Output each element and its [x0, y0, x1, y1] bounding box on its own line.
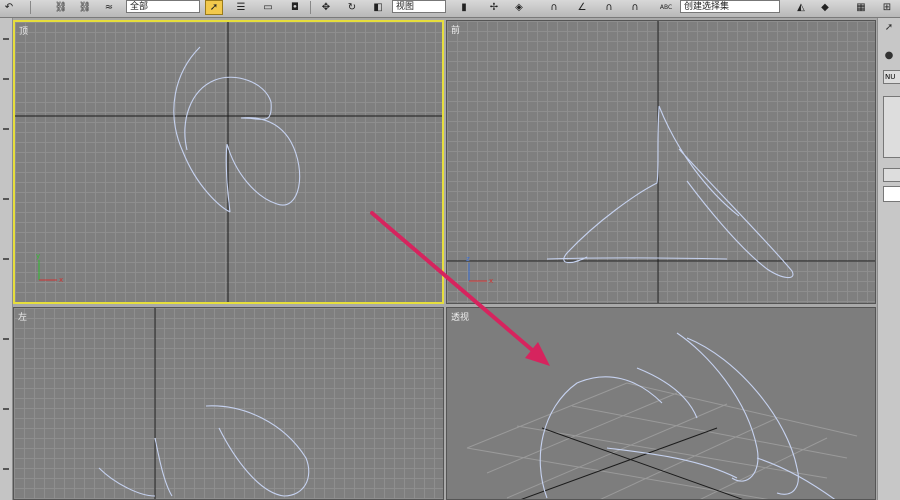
strip-grip-icon[interactable] [3, 198, 9, 200]
selection-filter-dropdown[interactable]: 全部 [126, 0, 200, 13]
keyboard-shortcut-icon[interactable]: ◈ [510, 0, 528, 15]
parameter-field[interactable] [883, 186, 900, 202]
undo-icon[interactable]: ↶ [0, 0, 18, 15]
percent-snap-icon[interactable]: ∩ [600, 0, 618, 15]
strip-grip-icon[interactable] [3, 78, 9, 80]
select-by-name-icon[interactable]: ☰ [232, 0, 250, 15]
angle-snap-icon[interactable]: ∠ [573, 0, 591, 15]
spline-shape[interactable] [539, 332, 837, 500]
rotate-icon[interactable]: ↻ [343, 0, 361, 15]
reference-coordinate-dropdown[interactable]: 视图 [392, 0, 446, 13]
name-field[interactable]: NU [883, 70, 900, 84]
annotation-arrow [370, 211, 550, 366]
spinner-snap-icon[interactable]: ∩ [626, 0, 644, 15]
main-toolbar: ↶ ⛓ ⛓ ≈ 全部 ➚ ☰ ▭ ◘ ✥ ↻ ◧ 视图 ▮ ✢ ◈ ∩ ∠ ∩ … [0, 0, 900, 18]
window-crossing-icon[interactable]: ◘ [286, 0, 304, 15]
toolbar-divider [30, 1, 31, 14]
select-manipulate-icon[interactable]: ✢ [485, 0, 503, 15]
toolbar-divider [310, 1, 311, 14]
left-tool-strip [0, 18, 13, 500]
schematic-view-icon[interactable]: ⊞ [878, 0, 896, 15]
strip-grip-icon[interactable] [3, 38, 9, 40]
rollout-header[interactable] [883, 168, 900, 182]
command-panel: ➚ ● NU [877, 18, 900, 500]
rollout-panel[interactable] [883, 96, 900, 158]
edit-named-selection-icon[interactable]: ABC [654, 0, 678, 15]
strip-grip-icon[interactable] [3, 258, 9, 260]
strip-grip-icon[interactable] [3, 408, 9, 410]
spline-shape[interactable] [173, 46, 301, 213]
scale-icon[interactable]: ◧ [369, 0, 387, 15]
select-object-icon[interactable]: ➚ [205, 0, 223, 15]
rectangular-selection-icon[interactable]: ▭ [259, 0, 277, 15]
gizmo-y-label: y [36, 252, 40, 260]
pointer-icon[interactable]: ➚ [882, 22, 896, 34]
named-selection-sets-dropdown[interactable]: 创建选择集 [680, 0, 780, 13]
mirror-icon[interactable]: ◭ [792, 0, 810, 15]
align-icon[interactable]: ◆ [816, 0, 834, 15]
spline-shape[interactable] [98, 405, 310, 497]
strip-grip-icon[interactable] [3, 338, 9, 340]
sphere-icon[interactable]: ● [882, 50, 896, 62]
gizmo-x-label: x [59, 276, 63, 284]
link-icon[interactable]: ⛓ [52, 0, 70, 15]
snaps-toggle-icon[interactable]: ∩ [545, 0, 563, 15]
curve-editor-icon[interactable]: ▦ [852, 0, 870, 15]
strip-grip-icon[interactable] [3, 128, 9, 130]
bind-space-warp-icon[interactable]: ≈ [100, 0, 118, 15]
pivot-center-icon[interactable]: ▮ [455, 0, 473, 15]
strip-grip-icon[interactable] [3, 468, 9, 470]
unlink-icon[interactable]: ⛓ [76, 0, 94, 15]
move-icon[interactable]: ✥ [317, 0, 335, 15]
axis-gizmo: y x [36, 252, 63, 284]
spline-shape[interactable] [546, 105, 794, 279]
world-axis-y [521, 427, 718, 499]
